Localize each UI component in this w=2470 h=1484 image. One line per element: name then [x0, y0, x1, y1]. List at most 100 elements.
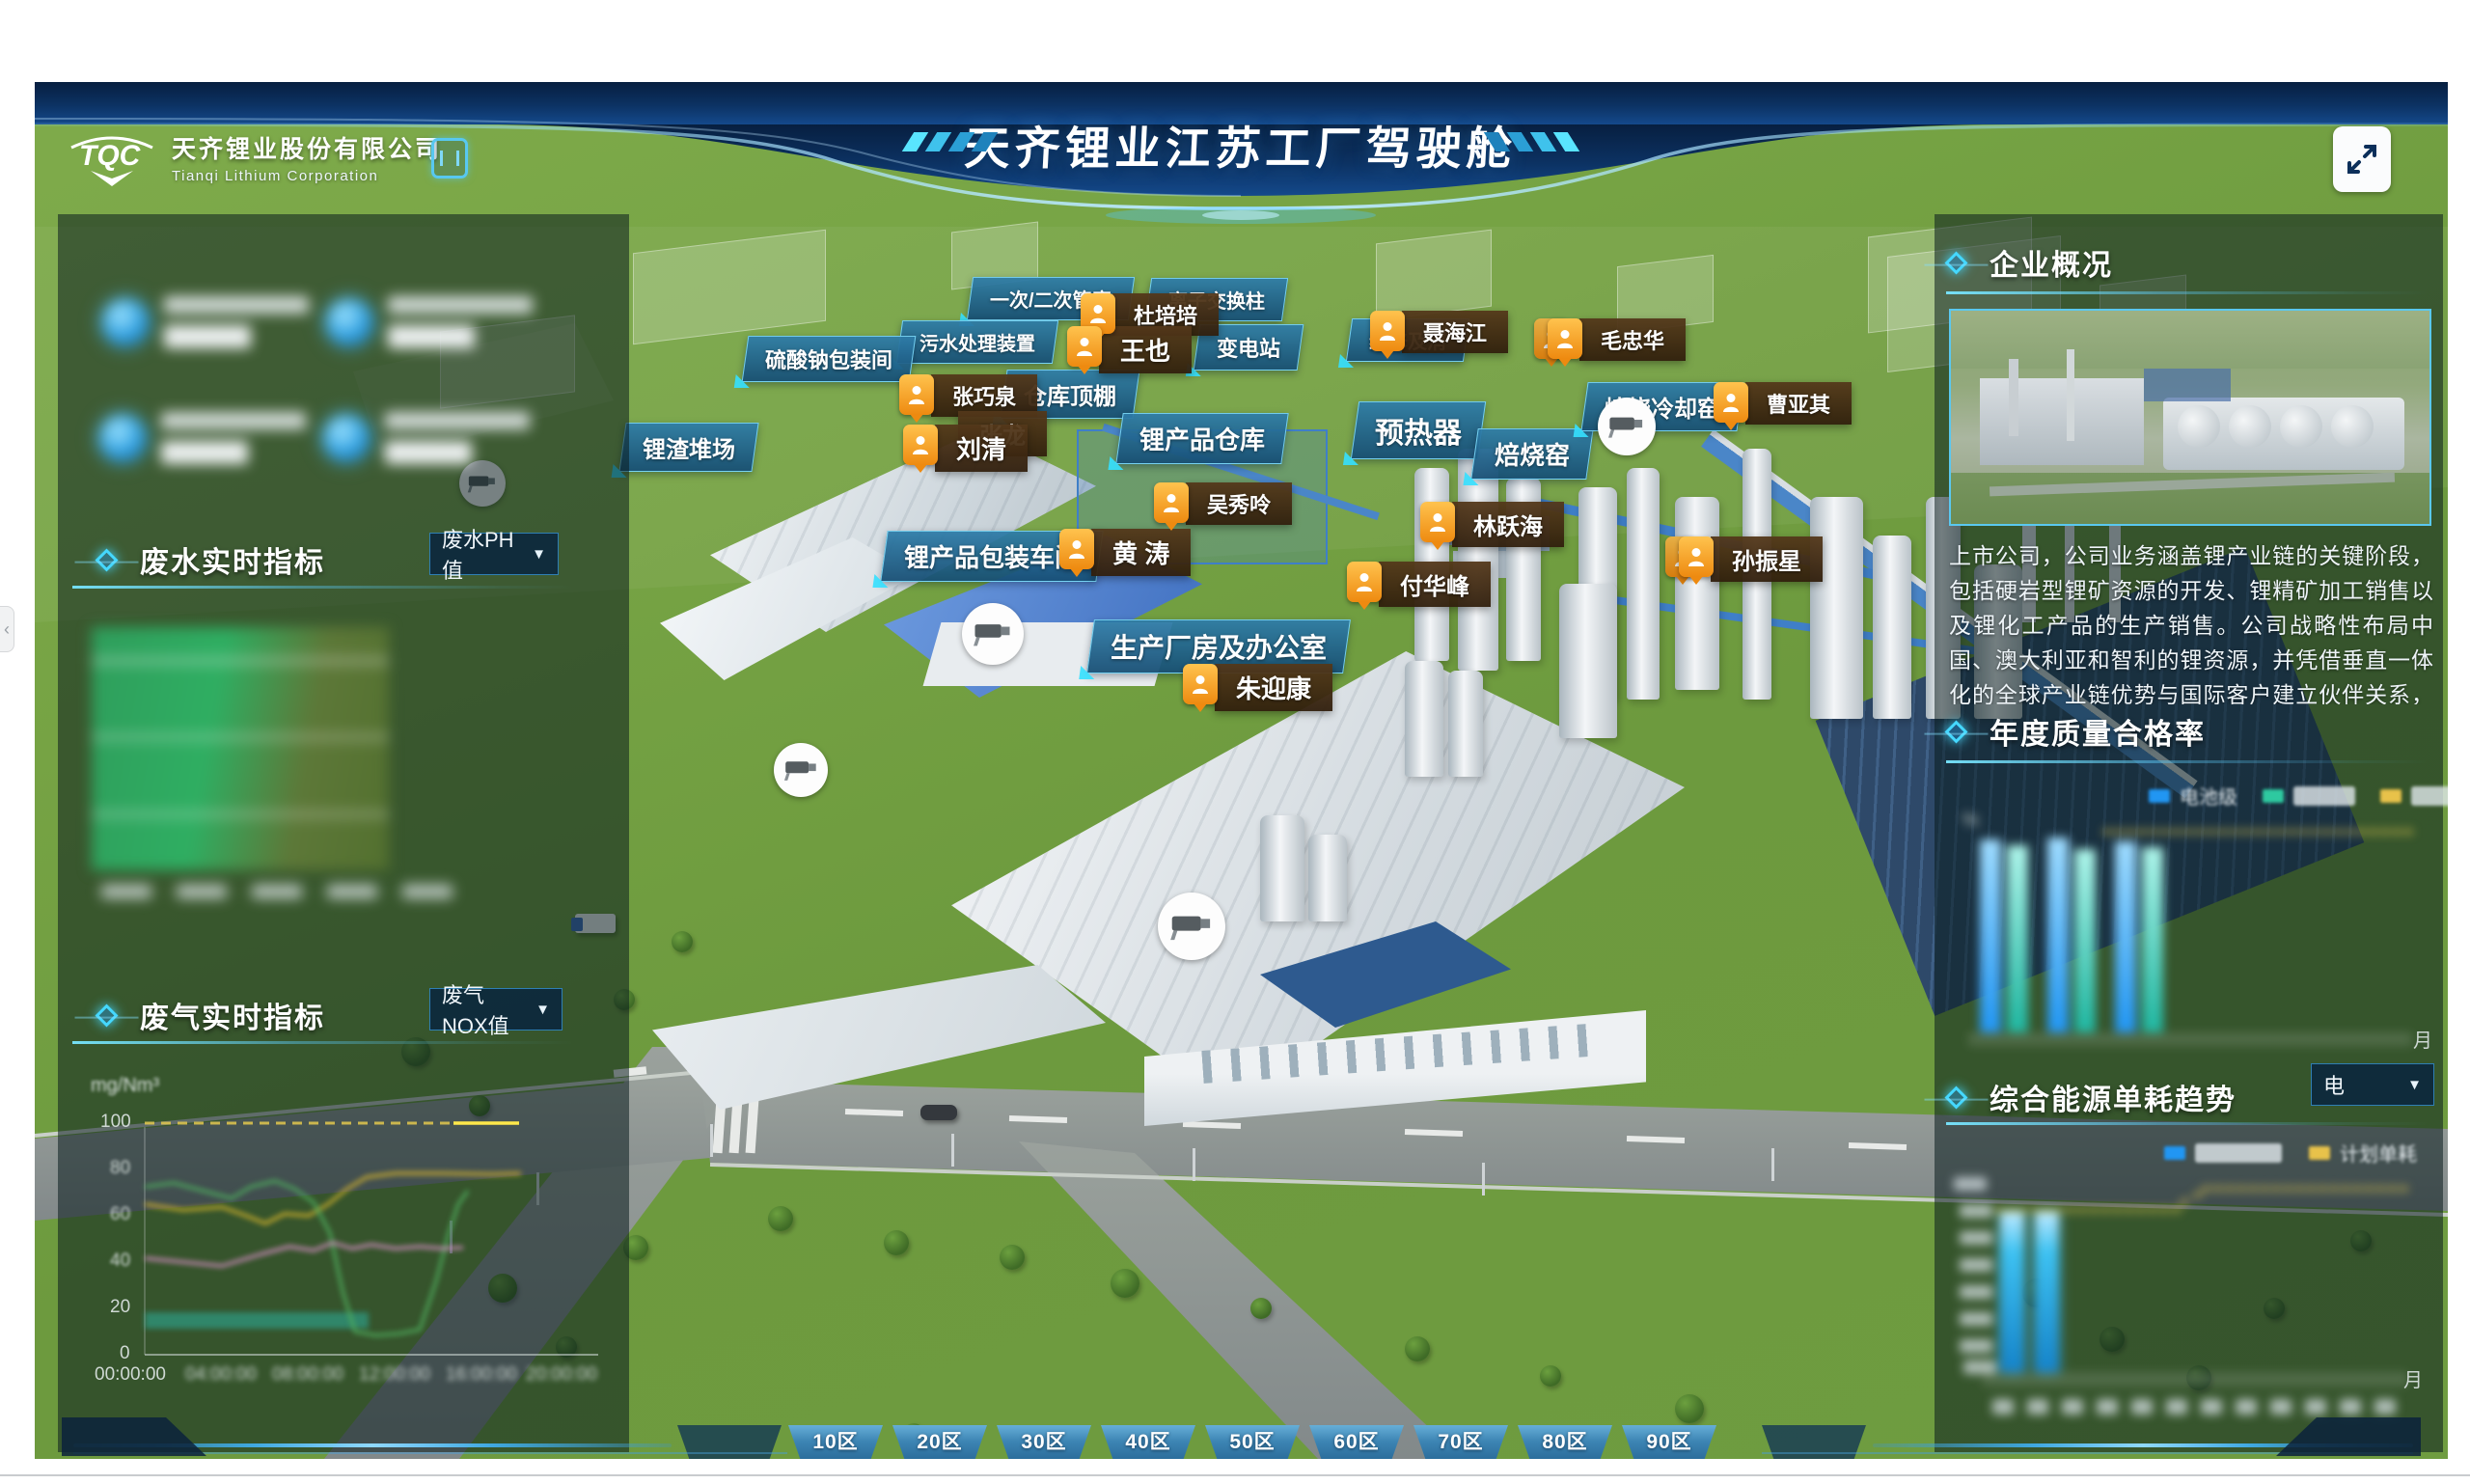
x-tick: 16:00:00 [446, 1364, 517, 1386]
energy-chart-blurred [1954, 1169, 2427, 1440]
kpi-stat-item [99, 412, 306, 464]
kpi-stats-blurred [58, 258, 598, 499]
tree [768, 1206, 793, 1231]
panel-toggle-icon[interactable] [431, 138, 468, 179]
person-name: 聂海江 [1402, 311, 1508, 353]
facility-label-text: 污水处理装置 [919, 328, 1035, 356]
cctv-camera-icon[interactable] [1158, 893, 1225, 960]
legend-swatch [2164, 1146, 2185, 1160]
tree [1540, 1365, 1561, 1387]
facility-label[interactable]: 污水处理装置 [896, 320, 1058, 364]
tree [1250, 1298, 1272, 1319]
exhaust-title: 废气实时指标 [140, 994, 325, 1036]
diamond-icon [95, 548, 118, 571]
energy-type-select[interactable]: 电 ▼ [2311, 1063, 2434, 1106]
light-pole [710, 1124, 713, 1157]
person-icon [903, 425, 938, 465]
cctv-camera-icon[interactable] [774, 743, 828, 797]
zone-button-70区[interactable]: 70区 [1413, 1425, 1508, 1459]
person-icon [1183, 664, 1218, 704]
exhaust-metric-select[interactable]: 废气NOX值 ▼ [429, 988, 563, 1031]
zone-button-90区[interactable]: 90区 [1622, 1425, 1716, 1459]
svg-text:TQC: TQC [79, 140, 142, 172]
person-icon [899, 374, 934, 415]
stat-icon [326, 299, 372, 345]
x-tick: 20:00:00 [526, 1364, 597, 1386]
silo [1308, 835, 1347, 921]
dashboard-root: 天齐锂业江苏工厂驾驶舱 TQC 天齐锂业股份有限公司 Tianqi Lithiu… [35, 82, 2448, 1459]
person-marker[interactable]: 孙振星 [1665, 536, 1823, 582]
tree [1000, 1245, 1025, 1270]
light-pole [1193, 1148, 1195, 1181]
cctv-camera-icon[interactable] [1598, 398, 1656, 455]
facility-label[interactable]: 硫酸钠包装间 [742, 336, 917, 382]
section-divider [1946, 760, 2429, 763]
legend-label: 计划单耗 [2340, 1139, 2417, 1167]
facility-label-text: 锂产品包装车间 [904, 538, 1080, 574]
section-divider [72, 1041, 574, 1044]
zone-button-30区[interactable]: 30区 [997, 1425, 1091, 1459]
exhaust-chart: mg/Nm³ 100 80 60 40 20 0 [77, 1069, 622, 1407]
facility-label-text: 硫酸钠包装间 [765, 344, 892, 374]
energy-type-value: 电 [2323, 1069, 2345, 1100]
energy-section-header: 综合能源单耗趋势 [1948, 1076, 2237, 1118]
person-name: 孙振星 [1711, 536, 1823, 582]
silo [1448, 671, 1483, 777]
person-icon [1370, 311, 1405, 351]
title-deco-left [908, 132, 992, 151]
zone-button-40区[interactable]: 40区 [1101, 1425, 1195, 1459]
wastewater-metric-select[interactable]: 废水PH值 ▼ [429, 533, 559, 575]
diamond-icon [1944, 251, 1967, 274]
section-divider [72, 586, 574, 589]
person-marker[interactable]: 曹亚其 [1714, 382, 1852, 425]
silo [1559, 584, 1617, 738]
facility-label[interactable]: 预热器 [1351, 401, 1486, 459]
zone-button-20区[interactable]: 20区 [892, 1425, 987, 1459]
expand-icon [2346, 143, 2378, 176]
legend-swatch [2309, 1146, 2330, 1160]
zone-button-80区[interactable]: 80区 [1518, 1425, 1612, 1459]
zone-button-10区[interactable]: 10区 [788, 1425, 883, 1459]
person-name: 林跃海 [1452, 502, 1564, 547]
company-name-en: Tianqi Lithium Corporation [172, 168, 442, 184]
person-icon [1420, 502, 1455, 542]
x-tick: 00:00:00 [95, 1364, 166, 1386]
person-name: 毛忠华 [1579, 318, 1686, 361]
x-tick: 08:00:00 [272, 1364, 343, 1386]
wastewater-metric-value: 废水PH值 [442, 523, 522, 585]
person-marker[interactable]: 付华峰 [1347, 562, 1491, 607]
light-pole [1482, 1163, 1485, 1195]
fullscreen-button[interactable] [2333, 126, 2391, 192]
facility-label[interactable]: 锂渣堆场 [618, 423, 758, 472]
person-marker[interactable]: 林跃海 [1420, 502, 1564, 547]
exhaust-section-header: 废气实时指标 [98, 994, 325, 1036]
person-name: 黄 涛 [1091, 529, 1191, 576]
zone-button-60区[interactable]: 60区 [1309, 1425, 1404, 1459]
person-marker[interactable]: 刘清 [903, 425, 1028, 472]
sidebar-collapse-tab[interactable]: ‹ [0, 606, 14, 652]
section-divider [1946, 291, 2429, 294]
facility-label-text: 焙烧窑 [1495, 436, 1570, 472]
kpi-stat-item [323, 412, 530, 464]
chevron-down-icon: ▼ [2407, 1077, 2422, 1093]
person-marker[interactable]: 聂海江 [1370, 311, 1508, 353]
person-marker[interactable]: 王也 [1067, 326, 1192, 373]
person-marker[interactable]: 黄 涛 [1059, 529, 1191, 576]
exhaust-metric-value: 废气NOX值 [442, 978, 526, 1040]
facility-label[interactable]: 锂产品仓库 [1115, 413, 1288, 464]
person-name: 刘清 [935, 425, 1028, 472]
person-marker[interactable]: 吴秀呤 [1154, 482, 1292, 525]
window-bottom-border [0, 1474, 2470, 1476]
diamond-icon [1944, 1086, 1967, 1109]
company-title: 企业概况 [1990, 241, 2113, 284]
person-icon [1154, 482, 1189, 523]
person-icon [1679, 536, 1714, 577]
zone-button-50区[interactable]: 50区 [1205, 1425, 1300, 1459]
silo [1260, 815, 1304, 921]
company-aerial-photo [1949, 309, 2431, 526]
person-marker[interactable]: 毛忠华 [1534, 318, 1686, 361]
silo [1873, 536, 1911, 719]
cctv-camera-icon[interactable] [962, 603, 1024, 665]
person-marker[interactable]: 朱迎康 [1183, 664, 1332, 711]
wastewater-axis-blurred [101, 885, 453, 898]
